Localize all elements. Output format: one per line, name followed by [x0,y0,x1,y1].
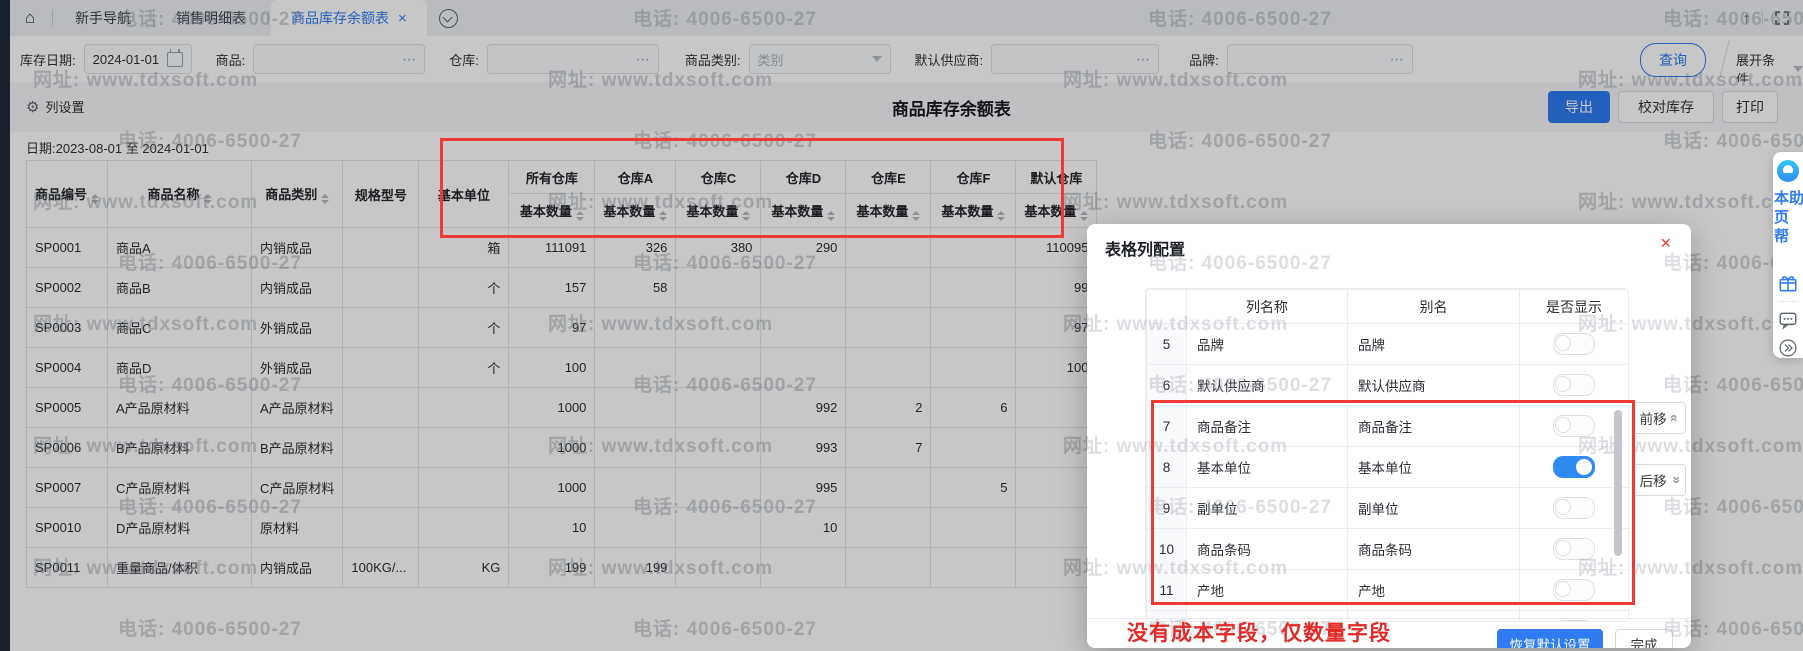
modal-row[interactable]: 9副单位副单位 [1147,488,1629,529]
col-index-header [1147,290,1187,324]
watermark-text: 电话: 4006-6500-27 [1663,492,1691,519]
modal-row[interactable]: 11产地产地 [1147,570,1629,611]
modal-row[interactable]: 5品牌品牌 [1147,324,1629,365]
row-number: 11 [1147,570,1187,611]
watermark-text: 电话: 4006-6500-27 [1663,370,1691,397]
modal-row[interactable]: 10商品条码商品条码 [1147,529,1629,570]
column-alias: 默认供应商 [1348,365,1520,406]
column-name: 商品条码 [1187,529,1348,570]
visibility-toggle[interactable] [1553,579,1595,601]
column-alias: 产地 [1348,570,1520,611]
column-name: 基本单位 [1187,447,1348,488]
row-number: 10 [1147,529,1187,570]
done-button[interactable]: 完成 [1615,629,1673,648]
column-name: 商品备注 [1187,406,1348,447]
column-alias: 品牌 [1348,324,1520,365]
help-icon[interactable] [1777,160,1799,182]
visibility-toggle[interactable] [1553,415,1595,437]
restore-defaults-button[interactable]: 恢复默认设置 [1497,629,1603,648]
double-chevron-down-icon: « [1666,476,1682,484]
modal-col-header-0: 列名称 [1187,290,1348,324]
column-config-list: 列名称别名是否显示5品牌品牌6默认供应商默认供应商7商品备注商品备注8基本单位基… [1145,288,1629,622]
move-down-button[interactable]: 后移 « [1632,464,1686,496]
column-alias: 商品条码 [1348,529,1520,570]
double-chevron-up-icon: « [1666,414,1682,422]
column-alias: 商品备注 [1348,406,1520,447]
column-name: 默认供应商 [1187,365,1348,406]
move-up-button[interactable]: 前移 « [1632,402,1686,434]
annotation-text: 没有成本字段，仅数量字段 [1127,617,1391,647]
modal-row[interactable]: 6默认供应商默认供应商 [1147,365,1629,406]
row-number: 6 [1147,365,1187,406]
modal-row[interactable]: 7商品备注商品备注 [1147,406,1629,447]
app-window: ⌂ 新手导航 销售明细表 商品库存余额表 × ↑ 库存日期: 2024-01-0… [0,0,1803,651]
move-up-label: 前移 [1640,408,1667,428]
modal-row[interactable]: 8基本单位基本单位 [1147,447,1629,488]
visibility-toggle[interactable] [1553,497,1595,519]
visibility-toggle[interactable] [1553,374,1595,396]
visibility-toggle[interactable] [1553,538,1595,560]
column-name: 产地 [1187,570,1348,611]
gift-icon[interactable] [1778,273,1798,293]
column-config-modal: 表格列配置 × 列名称别名是否显示5品牌品牌6默认供应商默认供应商7商品备注商品… [1087,224,1691,648]
feedback-chat-icon[interactable] [1778,310,1798,330]
divider [1778,301,1798,302]
page-help-label[interactable]: 本页帮助 [1773,190,1803,266]
close-icon[interactable]: × [1660,234,1671,252]
column-name: 副单位 [1187,488,1348,529]
scrollbar-thumb[interactable] [1614,410,1622,556]
modal-col-header-2: 是否显示 [1520,290,1629,324]
visibility-toggle[interactable] [1553,620,1595,622]
row-number: 7 [1147,406,1187,447]
row-number: 5 [1147,324,1187,365]
visibility-toggle[interactable] [1553,333,1595,355]
move-down-label: 后移 [1640,470,1667,490]
column-alias: 副单位 [1348,488,1520,529]
visibility-toggle[interactable] [1553,456,1595,478]
row-number: 9 [1147,488,1187,529]
row-number: 8 [1147,447,1187,488]
column-alias: 基本单位 [1348,447,1520,488]
collapse-panel-icon[interactable] [1778,338,1798,358]
modal-col-header-1: 别名 [1348,290,1520,324]
column-name: 品牌 [1187,324,1348,365]
side-toolbar: 本页帮助 [1773,152,1803,358]
modal-title: 表格列配置 [1105,236,1185,260]
